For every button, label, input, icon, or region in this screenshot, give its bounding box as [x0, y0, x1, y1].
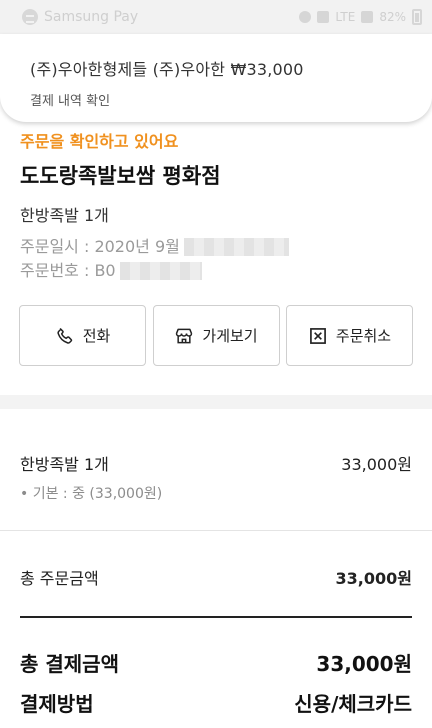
payment-total-value: 33,000원 [316, 652, 412, 676]
order-total-label: 총 주문금액 [20, 569, 99, 588]
order-meta: 주문일시 : 2020년 9월 주문번호 : B0 [20, 235, 289, 283]
phone-icon [57, 327, 72, 344]
order-date-row: 주문일시 : 2020년 9월 [20, 235, 289, 259]
cancel-order-button[interactable]: 주문취소 [286, 305, 413, 366]
notification-subtitle: 결제 내역 확인 [30, 94, 111, 109]
mute-icon [317, 11, 330, 23]
order-item-row: 한방족발 1개 33,000원 [20, 451, 412, 475]
order-number-label: 주문번호 : B0 [20, 261, 116, 280]
payment-method-row: 결제방법 신용/체크카드 [20, 688, 412, 717]
status-app-label: Samsung Pay [44, 9, 139, 25]
payment-method-value: 신용/체크카드 [294, 692, 412, 716]
network-label: LTE [335, 10, 356, 24]
order-number-row: 주문번호 : B0 [20, 259, 289, 283]
payment-notification[interactable]: (주)우아한형제들 (주)우아한 ₩33,000 결제 내역 확인 [0, 34, 432, 122]
redacted-order-number [119, 262, 202, 280]
section-divider [0, 395, 432, 409]
redacted-date [183, 238, 289, 256]
order-summary: 한방족발 1개 [20, 206, 109, 225]
status-bar-right: LTE 82% [299, 9, 422, 25]
payment-total-row: 총 결제금액 33,000원 [20, 648, 412, 677]
order-actions: 전화 가게보기 주문취소 [19, 305, 413, 366]
order-total-value: 33,000원 [335, 569, 412, 588]
store-icon [176, 328, 193, 343]
item-name: 한방족발 1개 [20, 455, 109, 474]
call-button-label: 전화 [82, 327, 111, 345]
view-store-label: 가게보기 [202, 327, 258, 345]
cancel-order-label: 주문취소 [335, 327, 392, 345]
samsung-pay-icon [22, 9, 38, 25]
order-header: 주문을 확인하고 있어요 도도랑족발보쌈 평화점 한방족발 1개 [20, 128, 412, 226]
battery-label: 82% [379, 10, 406, 24]
cancel-box-icon [309, 327, 326, 344]
item-divider [0, 530, 432, 531]
payment-method-label: 결제방법 [20, 692, 94, 716]
store-name: 도도랑족발보쌈 평화점 [20, 164, 221, 188]
signal-icon [361, 11, 374, 23]
order-total-row: 총 주문금액 33,000원 [20, 565, 412, 589]
call-button[interactable]: 전화 [19, 305, 146, 366]
alarm-icon [299, 11, 312, 23]
battery-icon [412, 9, 422, 25]
status-bar-left: Samsung Pay [22, 9, 138, 25]
view-store-button[interactable]: 가게보기 [152, 305, 280, 366]
notification-title: (주)우아한형제들 (주)우아한 ₩33,000 [30, 60, 304, 79]
order-date-label: 주문일시 : 2020년 9월 [20, 237, 180, 256]
item-option: • 기본 : 중 (33,000원) [20, 486, 163, 502]
total-divider [20, 616, 412, 618]
item-price: 33,000원 [341, 455, 412, 474]
payment-total-label: 총 결제금액 [20, 652, 119, 676]
order-status: 주문을 확인하고 있어요 [20, 132, 179, 151]
status-bar: Samsung Pay LTE 82% [0, 0, 432, 34]
